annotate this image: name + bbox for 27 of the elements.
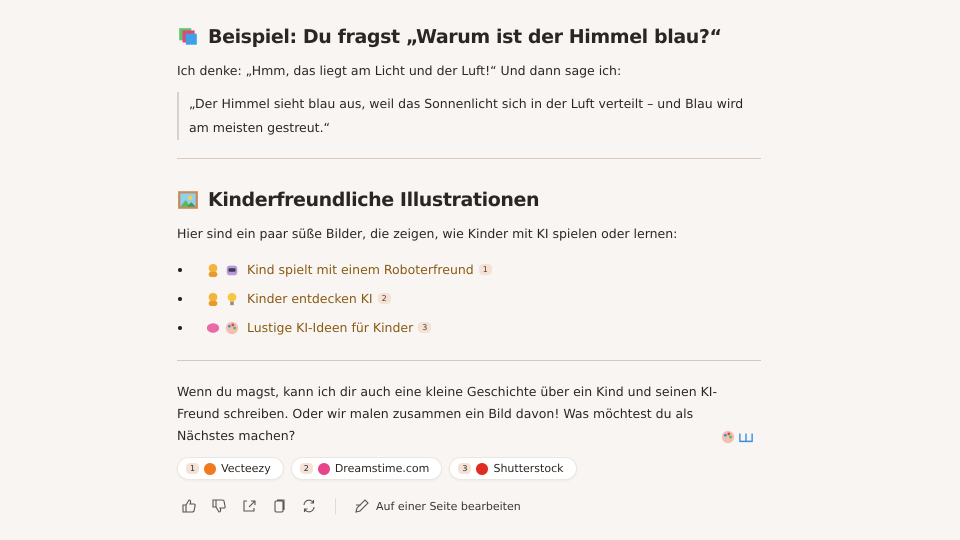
edit-page-button[interactable]: Auf einer Seite bearbeiten	[350, 494, 525, 518]
person-icon	[206, 292, 220, 306]
illustration-link[interactable]: Kind spielt mit einem Roboterfreund	[247, 262, 474, 277]
source-chip[interactable]: 1 Vecteezy	[177, 457, 284, 480]
paragraph: Ich denke: „Hmm, das liegt am Licht und der Luft!“ Und dann sage ich:	[177, 62, 622, 80]
source-chip[interactable]: 3 Shutterstock	[449, 457, 577, 480]
citation-number[interactable]: 1	[478, 264, 492, 275]
block-quote: „Der Himmel sieht blau aus, weil das Sonnenlicht sich in der Luft verteilt – und Blau wird am meisten gestreut.“	[177, 92, 761, 140]
palette-icon	[721, 430, 735, 444]
illustration-link[interactable]: Kinder entdecken KI	[247, 291, 373, 306]
illustration-link[interactable]: Lustige KI-Ideen für Kinder	[247, 320, 414, 335]
citation-number[interactable]: 2	[378, 293, 391, 304]
paragraph: Wenn du magst, kann ich dir auch eine kleine Geschichte über ein Kind und seinen KI-Freund schreiben. Oder wir malen zusammen ein Bild davon! Was möchtest du als Nächstes machen?	[177, 383, 717, 445]
paragraph: Hier sind ein paar süße Bilder, die zeigen, wie Kinder mit KI spielen oder lernen:	[177, 225, 678, 243]
person-icon	[206, 262, 220, 276]
citation-number[interactable]: 3	[418, 322, 432, 333]
pencil-icon	[354, 498, 370, 514]
bullet-icon	[178, 296, 182, 300]
picture-frame-icon	[177, 189, 199, 211]
palette-icon	[225, 320, 239, 334]
robot-icon	[225, 262, 239, 276]
section-heading: Kinderfreundliche Illustrationen	[208, 189, 540, 211]
lightbulb-icon	[225, 292, 239, 306]
source-chip[interactable]: 2 Dreamstime.com	[290, 457, 442, 480]
bullet-icon	[178, 326, 182, 330]
section-heading: Beispiel: Du fragst „Warum ist der Himmel blau?“	[208, 26, 722, 48]
bullet-icon	[178, 268, 182, 272]
